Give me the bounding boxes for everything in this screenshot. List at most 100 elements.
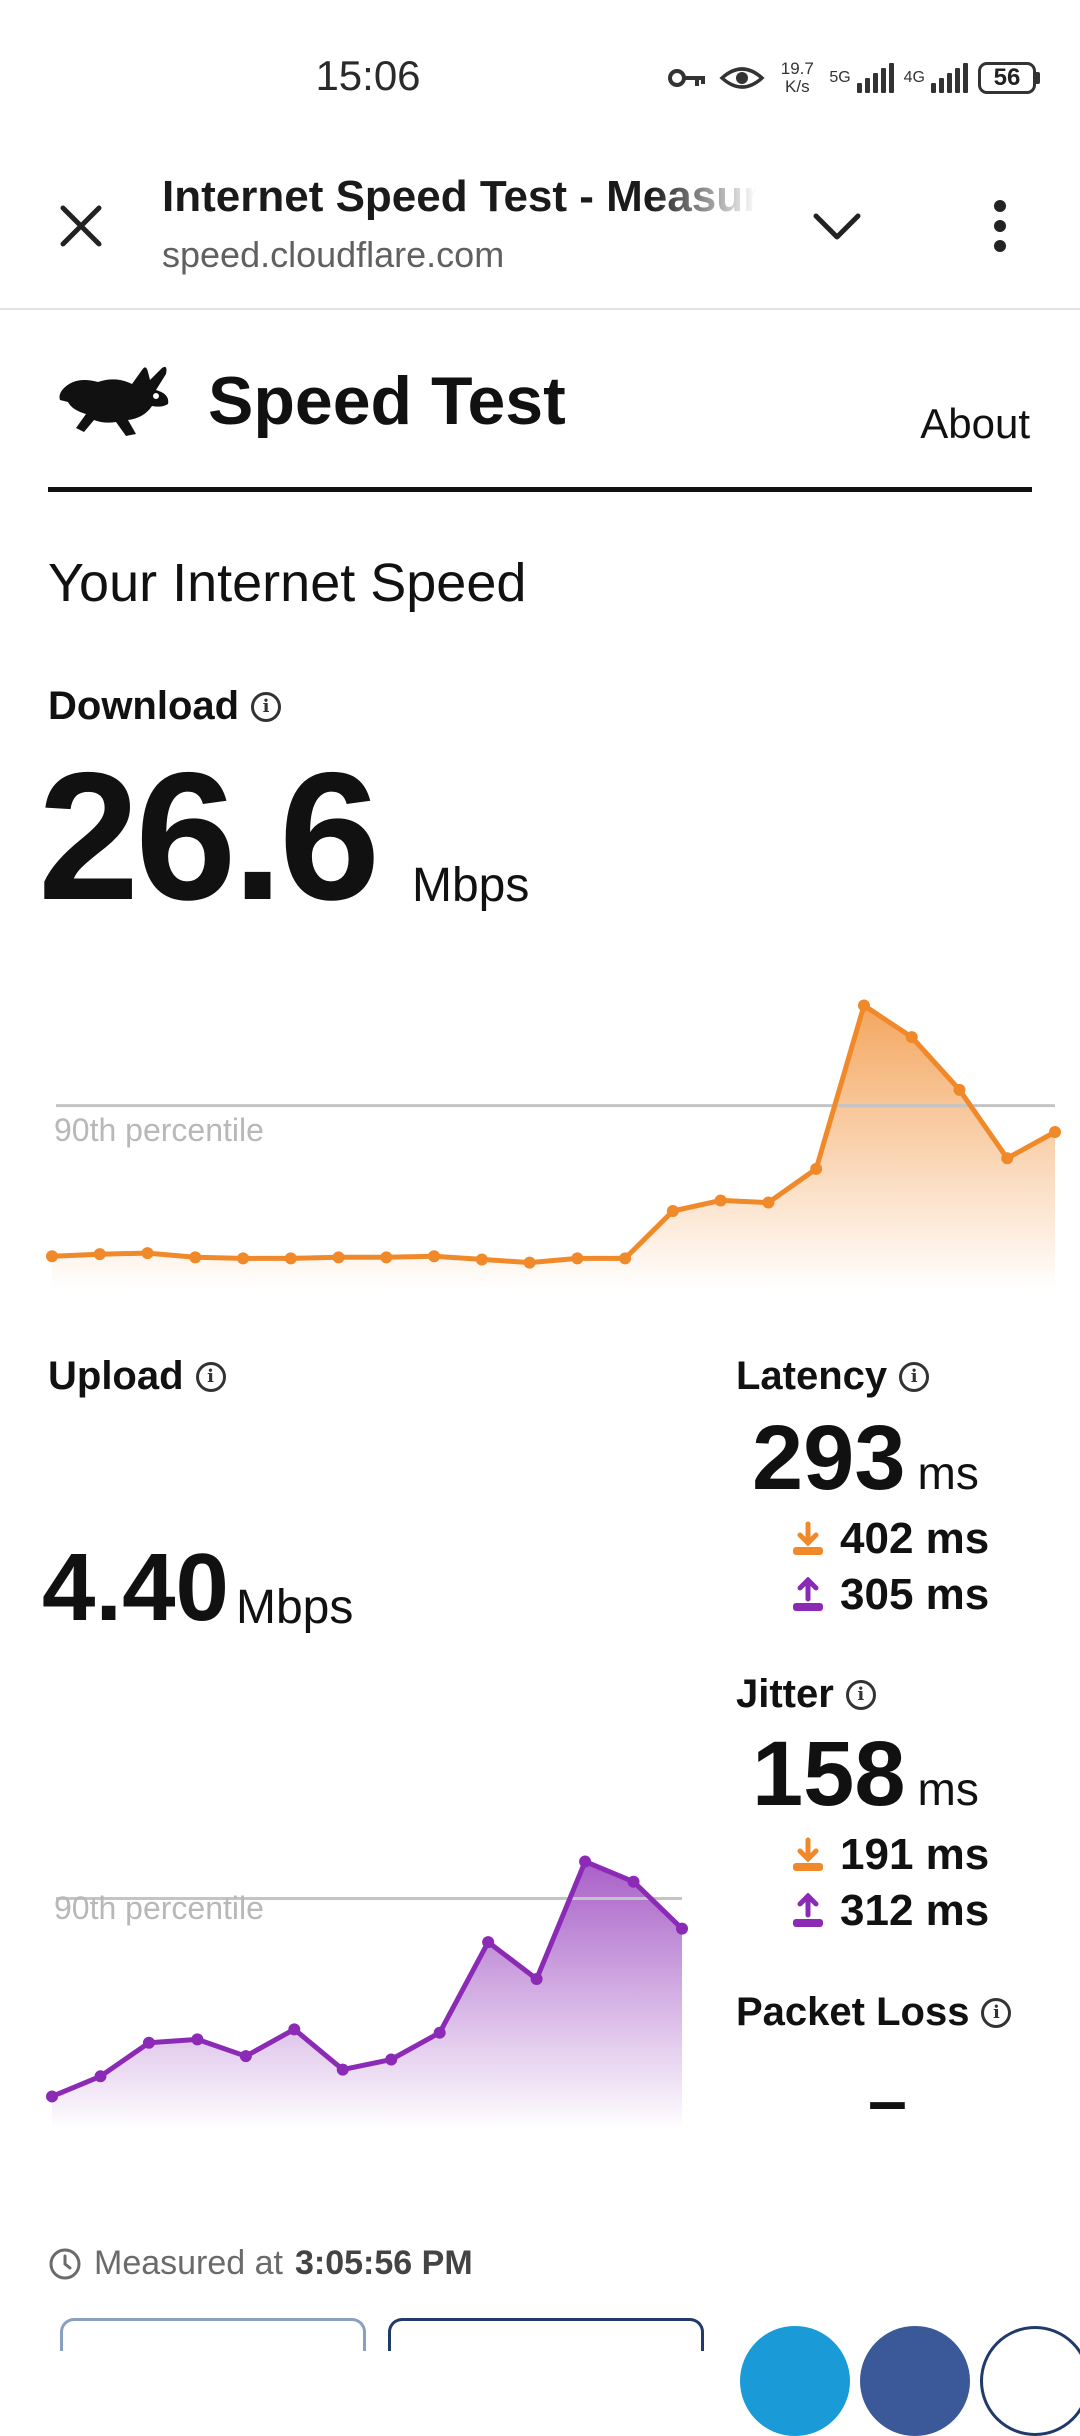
download-chart-point [46, 1250, 58, 1263]
status-time: 15:06 [315, 52, 421, 99]
upload-chart-point [288, 2023, 301, 2036]
upload-chart-point [191, 2033, 204, 2046]
header-divider [48, 487, 1032, 492]
close-icon[interactable] [58, 203, 104, 249]
info-icon[interactable]: i [251, 691, 282, 722]
download-label-row: Download i [48, 684, 282, 729]
download-percentile-label: 90th percentile [54, 1112, 264, 1148]
info-icon[interactable]: i [845, 1679, 876, 1710]
upload-chart [46, 1855, 688, 2130]
jitter-value-row: 158 ms [752, 1728, 979, 1820]
measured-time: 3:05:56 PM [295, 2244, 473, 2282]
download-chart-point [1049, 1125, 1061, 1138]
download-icon [793, 1521, 823, 1555]
download-chart-point [523, 1256, 536, 1269]
measured-prefix: Measured at [94, 2244, 283, 2282]
upload-chart-point [385, 2053, 398, 2066]
about-link[interactable]: About [920, 400, 1030, 448]
download-chart-point [905, 1031, 918, 1044]
latency-value-row: 293 ms [752, 1412, 979, 1504]
latency-download-value: 402 ms [840, 1514, 990, 1563]
upload-chart-point [142, 2036, 155, 2049]
battery-level: 56 [978, 62, 1036, 94]
download-chart-point [857, 999, 870, 1012]
latency-label: Latency [736, 1354, 888, 1398]
upload-chart-point [239, 2050, 252, 2063]
download-chart-point [284, 1252, 297, 1265]
share-button-3[interactable] [980, 2326, 1080, 2436]
signal-icon-2 [931, 63, 968, 93]
upload-chart-point [433, 2026, 446, 2039]
chevron-down-icon[interactable] [812, 210, 862, 242]
jitter-upload-value: 312 ms [840, 1886, 990, 1935]
network-type-1: 5G [829, 69, 851, 86]
action-button-2[interactable] [388, 2318, 704, 2351]
signal-icon [856, 63, 894, 93]
jitter-unit: ms [917, 1763, 979, 1815]
measured-at: Measured at 3:05:56 PM [48, 2244, 473, 2283]
upload-chart-point [676, 1922, 688, 1935]
upload-chart-point [46, 2090, 58, 2103]
download-chart-point [714, 1194, 727, 1207]
share-button[interactable] [740, 2326, 850, 2436]
network-type-2: 4G [903, 69, 925, 86]
packet-loss-value: – [868, 2061, 907, 2139]
rabbit-logo-icon [59, 366, 169, 436]
download-chart-point [475, 1253, 488, 1266]
upload-icon [793, 1577, 823, 1611]
upload-icon [793, 1893, 823, 1927]
download-chart-point [189, 1251, 202, 1264]
share-button-2[interactable] [860, 2326, 970, 2436]
download-chart-point [428, 1250, 441, 1263]
download-unit: Mbps [412, 859, 530, 912]
download-chart-point [332, 1251, 345, 1264]
download-chart-point [619, 1252, 632, 1265]
download-icon [793, 1837, 823, 1871]
info-icon[interactable]: i [899, 1361, 930, 1392]
upload-percentile-label: 90th percentile [54, 1890, 264, 1926]
download-chart-point [810, 1162, 823, 1175]
info-icon[interactable]: i [195, 1361, 226, 1392]
info-icon[interactable]: i [981, 1997, 1012, 2028]
tab-title: Internet Speed Test - Measure Network Pe… [162, 172, 757, 221]
upload-chart-point [530, 1973, 543, 1985]
jitter-upload-row: 312 ms [790, 1886, 989, 1936]
download-chart-point [93, 1248, 106, 1261]
jitter-download-row: 191 ms [790, 1830, 989, 1880]
download-chart-point [141, 1247, 154, 1260]
download-value: 26.6 [38, 734, 380, 938]
battery-icon: 56 [978, 62, 1040, 94]
action-button[interactable] [60, 2318, 366, 2351]
latency-upload-value: 305 ms [840, 1570, 990, 1619]
upload-chart-point [579, 1855, 592, 1868]
upload-chart-point [627, 1875, 640, 1888]
upload-chart-point [482, 1936, 495, 1949]
upload-chart-point [94, 2070, 107, 2083]
packet-loss-label: Packet Loss [736, 1990, 970, 2034]
upload-unit: Mbps [236, 1581, 354, 1634]
jitter-label-row: Jitter i [736, 1672, 876, 1717]
upload-label: Upload [48, 1354, 184, 1398]
section-heading: Your Internet Speed [48, 553, 527, 613]
jitter-download-value: 191 ms [840, 1830, 990, 1879]
tab-url[interactable]: speed.cloudflare.com [162, 234, 504, 276]
download-chart-point [666, 1204, 679, 1217]
upload-label-row: Upload i [48, 1354, 226, 1399]
packet-loss-label-row: Packet Loss i [736, 1990, 1012, 2035]
download-chart-point [762, 1196, 775, 1209]
download-chart-point [571, 1252, 584, 1265]
download-chart-point [1001, 1152, 1014, 1165]
latency-value: 293 [752, 1407, 906, 1509]
eye-icon [719, 67, 765, 89]
clock-icon [49, 2248, 81, 2279]
latency-upload-row: 305 ms [790, 1570, 989, 1620]
jitter-label: Jitter [736, 1672, 834, 1716]
upload-chart-point [336, 2063, 349, 2076]
vpn-key-icon [668, 69, 706, 87]
site-title: Speed Test [208, 363, 566, 439]
network-speed: 19.7 K/s [775, 60, 819, 96]
download-label: Download [48, 684, 240, 728]
more-menu-icon[interactable] [990, 198, 1010, 254]
status-icons: 19.7 K/s 5G 4G 56 [667, 58, 1040, 98]
latency-download-row: 402 ms [790, 1514, 989, 1564]
